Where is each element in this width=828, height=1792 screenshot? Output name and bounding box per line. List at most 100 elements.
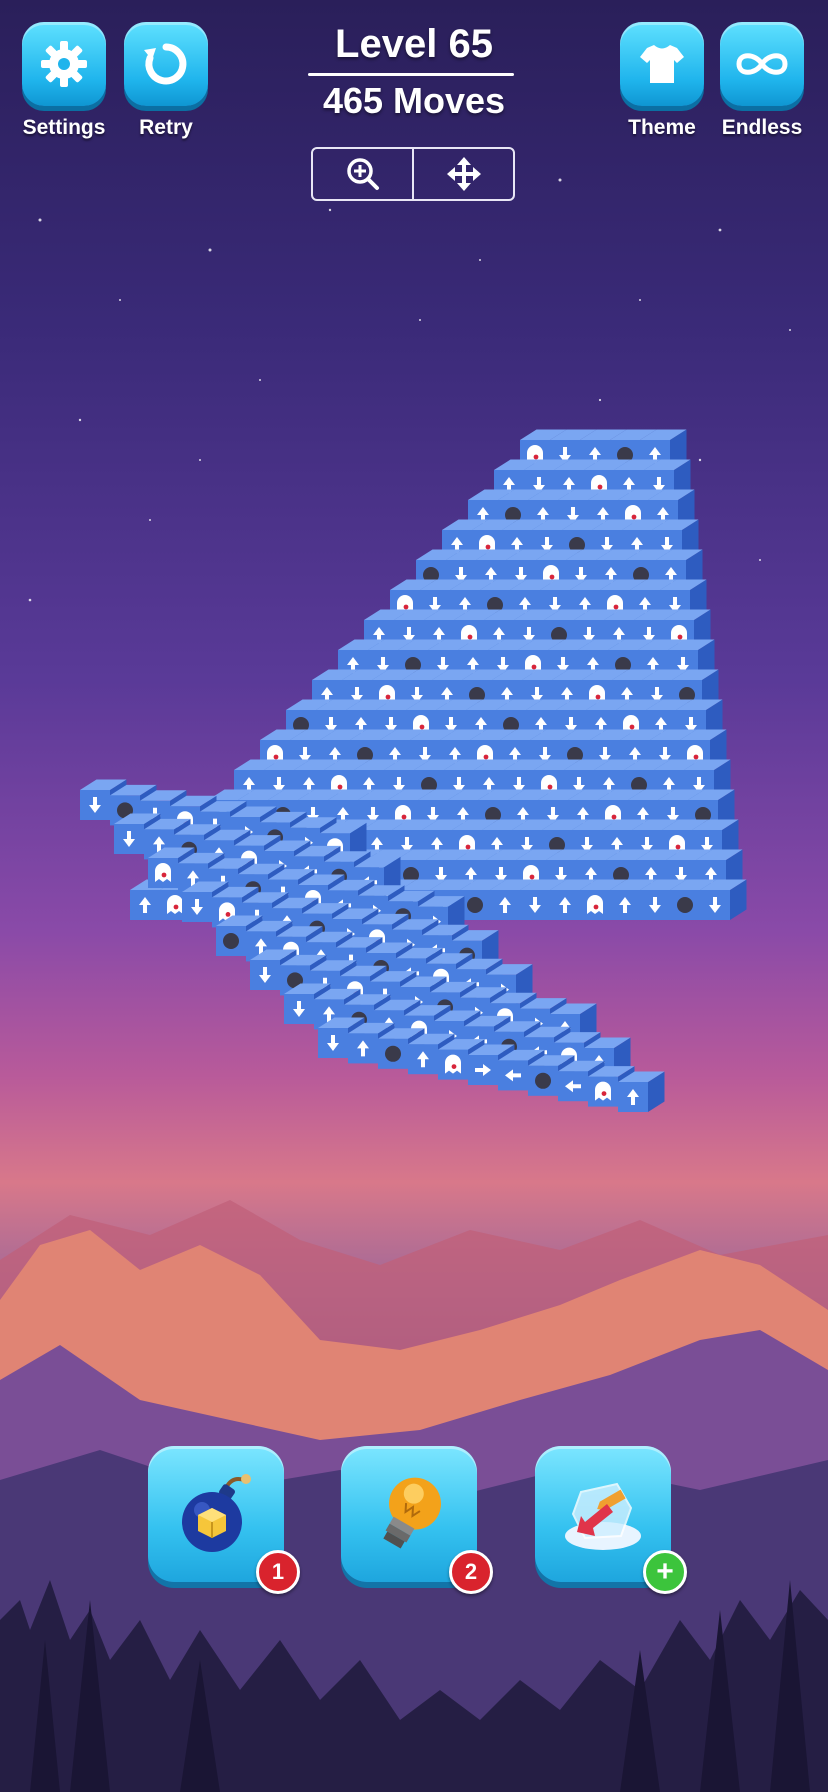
puzzle-cube[interactable]: [340, 965, 387, 1007]
puzzle-cube[interactable]: [644, 459, 691, 501]
puzzle-cube[interactable]: [286, 699, 333, 741]
puzzle-cube[interactable]: [284, 983, 331, 1025]
puzzle-cube[interactable]: [280, 954, 327, 996]
puzzle-cube[interactable]: [582, 669, 629, 711]
puzzle-cube[interactable]: [396, 947, 443, 989]
puzzle-cube[interactable]: [436, 699, 483, 741]
puzzle-cube[interactable]: [440, 729, 487, 771]
puzzle-cube[interactable]: [444, 759, 491, 801]
puzzle-cube[interactable]: [552, 669, 599, 711]
puzzle-cube[interactable]: [536, 549, 583, 591]
puzzle-cube[interactable]: [528, 489, 575, 531]
puzzle-cube[interactable]: [554, 1032, 601, 1073]
puzzle-cube[interactable]: [354, 759, 401, 801]
puzzle-cube[interactable]: [344, 994, 391, 1035]
puzzle-cube[interactable]: [434, 1010, 481, 1052]
puzzle-cube[interactable]: [422, 819, 469, 861]
puzzle-cube[interactable]: [624, 759, 671, 801]
puzzle-cube[interactable]: [170, 795, 217, 837]
puzzle-cube[interactable]: [502, 519, 549, 561]
puzzle-cube[interactable]: [594, 759, 641, 801]
puzzle-cube[interactable]: [458, 639, 505, 681]
puzzle-cube[interactable]: [208, 858, 255, 899]
puzzle-cube[interactable]: [580, 879, 627, 921]
puzzle-cube[interactable]: [494, 459, 541, 501]
puzzle-cube[interactable]: [380, 729, 427, 771]
puzzle-cube[interactable]: [692, 819, 739, 861]
puzzle-cube[interactable]: [216, 915, 263, 957]
puzzle-cube[interactable]: [568, 789, 615, 831]
puzzle-cube[interactable]: [182, 819, 229, 861]
puzzle-cube[interactable]: [378, 1028, 425, 1069]
puzzle-cube[interactable]: [418, 789, 465, 831]
puzzle-cube[interactable]: [320, 822, 367, 864]
puzzle-cube[interactable]: [628, 789, 675, 831]
puzzle-cube[interactable]: [174, 824, 221, 865]
puzzle-cube[interactable]: [250, 879, 297, 921]
puzzle-cube[interactable]: [610, 879, 657, 921]
puzzle-cube[interactable]: [510, 579, 557, 621]
puzzle-cube[interactable]: [234, 759, 281, 801]
puzzle-cube[interactable]: [598, 789, 645, 831]
puzzle-cube[interactable]: [600, 579, 647, 621]
puzzle-cube[interactable]: [562, 519, 609, 561]
zoom-button[interactable]: [313, 149, 412, 199]
puzzle-cube[interactable]: [578, 639, 625, 681]
puzzle-cube[interactable]: [306, 849, 353, 891]
puzzle-cube[interactable]: [398, 639, 445, 681]
puzzle-cube[interactable]: [592, 519, 639, 561]
puzzle-cube[interactable]: [516, 849, 563, 891]
puzzle-cube[interactable]: [310, 879, 357, 921]
puzzle-cube[interactable]: [272, 819, 319, 861]
hint-powerup-button[interactable]: 2: [341, 1446, 493, 1594]
puzzle-cube[interactable]: [608, 639, 655, 681]
puzzle-cube[interactable]: [290, 817, 337, 858]
puzzle-cube[interactable]: [182, 881, 229, 923]
puzzle-cube[interactable]: [528, 1055, 575, 1096]
puzzle-cube[interactable]: [290, 729, 337, 771]
puzzle-cube[interactable]: [456, 849, 503, 891]
puzzle-cube[interactable]: [392, 919, 439, 960]
puzzle-cube[interactable]: [354, 856, 401, 898]
puzzle-cube[interactable]: [246, 849, 293, 891]
endless-button[interactable]: [720, 22, 804, 106]
puzzle-cube[interactable]: [648, 489, 695, 531]
puzzle-cube[interactable]: [370, 971, 417, 1012]
puzzle-cube[interactable]: [400, 976, 447, 1018]
puzzle-cube[interactable]: [342, 669, 389, 711]
puzzle-cube[interactable]: [606, 849, 653, 891]
puzzle-cube[interactable]: [190, 879, 237, 921]
puzzle-cube[interactable]: [614, 459, 661, 501]
puzzle-cube[interactable]: [636, 849, 683, 891]
puzzle-cube[interactable]: [542, 819, 589, 861]
puzzle-cube[interactable]: [390, 579, 437, 621]
puzzle-cube[interactable]: [546, 849, 593, 891]
puzzle-cube[interactable]: [638, 639, 685, 681]
puzzle-cube[interactable]: [530, 729, 577, 771]
puzzle-cube[interactable]: [406, 699, 453, 741]
puzzle-cube[interactable]: [350, 729, 397, 771]
retry-button[interactable]: [124, 22, 208, 106]
puzzle-cube[interactable]: [336, 849, 383, 891]
puzzle-cube[interactable]: [534, 759, 581, 801]
puzzle-cube[interactable]: [584, 459, 631, 501]
puzzle-cube[interactable]: [246, 920, 293, 962]
puzzle-cube[interactable]: [554, 459, 601, 501]
puzzle-cube[interactable]: [242, 892, 289, 933]
puzzle-cube[interactable]: [520, 429, 567, 471]
puzzle-cube[interactable]: [80, 779, 127, 821]
puzzle-cube[interactable]: [580, 429, 627, 471]
puzzle-cube[interactable]: [590, 729, 637, 771]
puzzle-cube[interactable]: [504, 759, 551, 801]
puzzle-cube[interactable]: [294, 759, 341, 801]
puzzle-cube[interactable]: [514, 609, 561, 651]
puzzle-cube[interactable]: [422, 924, 469, 966]
puzzle-cube[interactable]: [524, 459, 571, 501]
puzzle-cube[interactable]: [216, 849, 263, 891]
puzzle-cube[interactable]: [622, 519, 669, 561]
puzzle-cube[interactable]: [388, 789, 435, 831]
puzzle-cube[interactable]: [302, 819, 349, 861]
puzzle-cube[interactable]: [604, 609, 651, 651]
puzzle-cube[interactable]: [368, 639, 415, 681]
puzzle-cube[interactable]: [654, 759, 701, 801]
